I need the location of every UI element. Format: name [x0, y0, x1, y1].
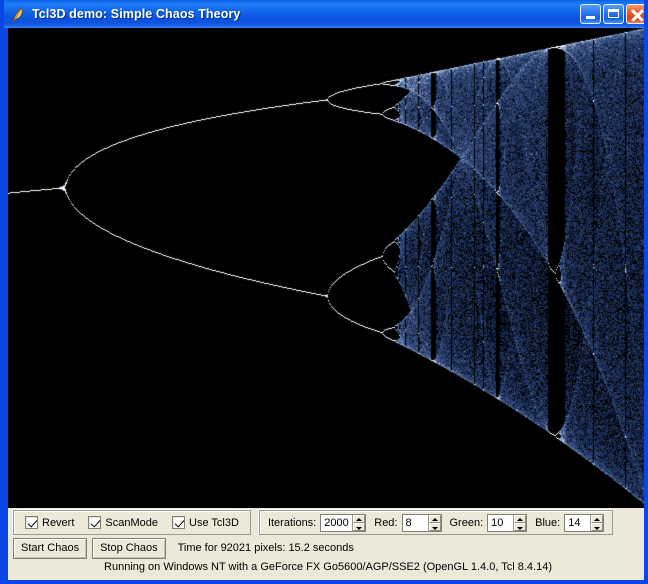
- spinbox-red-value[interactable]: 8: [402, 514, 428, 531]
- spinner-up-icon[interactable]: [428, 514, 441, 523]
- spinner-down-icon[interactable]: [428, 522, 441, 531]
- spinbox-blue[interactable]: Blue: 14: [535, 513, 605, 532]
- chaos-plot-canvas[interactable]: [8, 28, 644, 508]
- spinbox-green-arrows[interactable]: [513, 514, 527, 531]
- spinbox-iterations[interactable]: Iterations: 2000: [267, 513, 367, 532]
- checkmark-icon[interactable]: [172, 516, 185, 529]
- spinbox-red-arrows[interactable]: [427, 514, 441, 531]
- checkbox-use-tcl3d-label: Use Tcl3D: [189, 516, 239, 529]
- chaos-plot-area[interactable]: [8, 28, 644, 508]
- title-bar[interactable]: Tcl3D demo: Simple Chaos Theory: [4, 0, 644, 28]
- minimize-button[interactable]: [580, 4, 601, 24]
- checkbox-revert[interactable]: Revert: [25, 516, 74, 529]
- application-window: Tcl3D demo: Simple Chaos Theory Revert S…: [0, 0, 648, 584]
- checkmark-icon[interactable]: [88, 516, 102, 529]
- window-title: Tcl3D demo: Simple Chaos Theory: [32, 7, 241, 21]
- start-chaos-button[interactable]: Start Chaos: [13, 537, 88, 559]
- window-controls: [580, 4, 644, 24]
- stop-chaos-button[interactable]: Stop Chaos: [92, 537, 166, 559]
- options-row: Revert ScanMode Use Tcl3D Iterations: 20…: [8, 509, 614, 536]
- spinner-up-icon[interactable]: [514, 514, 527, 523]
- checkmark-icon[interactable]: [25, 516, 38, 529]
- timing-status-text: Time for 92021 pixels: 15.2 seconds: [177, 542, 354, 554]
- tcl-feather-icon: [9, 6, 27, 24]
- spinbox-green-value[interactable]: 10: [488, 514, 514, 531]
- spinbox-red-control[interactable]: 8: [401, 513, 442, 532]
- spinbox-iterations-control[interactable]: 2000: [320, 513, 367, 532]
- spinbox-blue-arrows[interactable]: [590, 514, 604, 531]
- spinbox-green-label: Green:: [449, 516, 484, 529]
- spinbox-red-label: Red:: [374, 516, 398, 529]
- spinner-down-icon[interactable]: [353, 522, 366, 531]
- spinbox-blue-label: Blue:: [535, 516, 561, 529]
- spinbox-red[interactable]: Red: 8: [374, 513, 442, 532]
- spinbox-green-control[interactable]: 10: [487, 513, 528, 532]
- spinbox-blue-value[interactable]: 14: [565, 514, 591, 531]
- spinner-down-icon[interactable]: [514, 522, 527, 531]
- checkbox-use-tcl3d[interactable]: Use Tcl3D: [172, 516, 239, 529]
- spinbox-blue-control[interactable]: 14: [564, 513, 605, 532]
- status-bar-text: Running on Windows NT with a GeForce FX …: [104, 561, 552, 573]
- checkbox-scanmode[interactable]: ScanMode: [88, 516, 158, 529]
- spinbox-iterations-value[interactable]: 2000: [321, 514, 353, 531]
- control-panel: Revert ScanMode Use Tcl3D Iterations: 20…: [8, 508, 644, 580]
- spinbox-iterations-arrows[interactable]: [352, 514, 366, 531]
- checkbox-scanmode-label: ScanMode: [105, 516, 158, 529]
- close-button[interactable]: [626, 4, 644, 24]
- spinner-down-icon[interactable]: [591, 522, 604, 531]
- checkbox-revert-label: Revert: [42, 516, 75, 529]
- spinbox-green[interactable]: Green: 10: [449, 513, 528, 532]
- maximize-button[interactable]: [603, 4, 624, 24]
- spinbox-iterations-label: Iterations:: [267, 516, 317, 529]
- spinner-up-icon[interactable]: [353, 514, 366, 523]
- checkbox-group: Revert ScanMode Use Tcl3D: [13, 510, 251, 535]
- spinbox-group: Iterations: 2000 Red: 8 Green: 10 Blue: …: [258, 510, 614, 535]
- spinner-up-icon[interactable]: [591, 514, 604, 523]
- action-row: Start Chaos Stop Chaos Time for 92021 pi…: [8, 536, 354, 560]
